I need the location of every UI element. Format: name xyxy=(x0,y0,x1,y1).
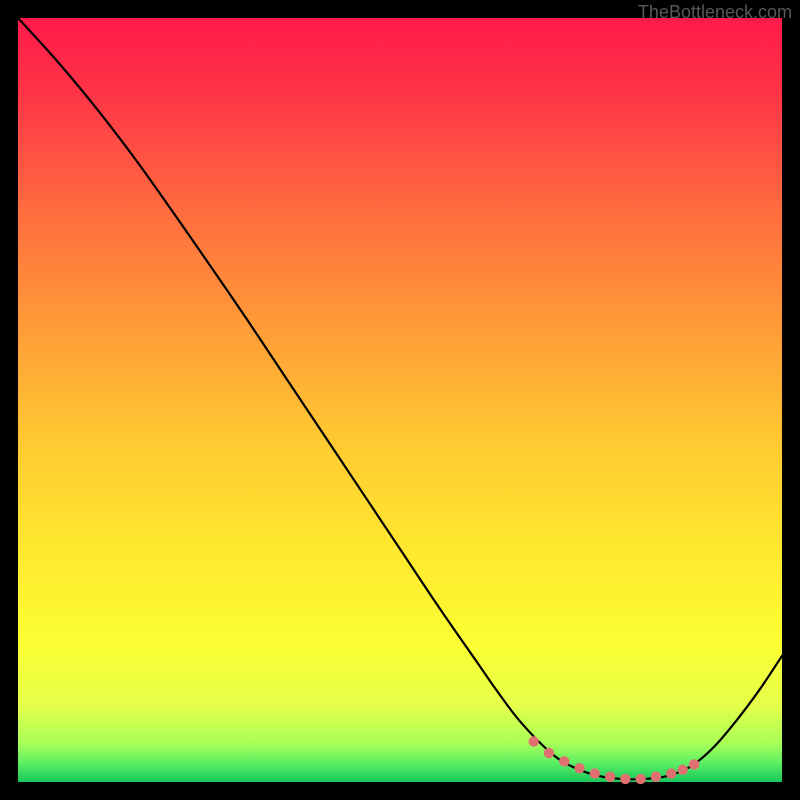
optimal-marker xyxy=(574,763,584,773)
optimal-region-markers xyxy=(529,736,700,784)
bottleneck-curve xyxy=(18,18,782,779)
optimal-marker xyxy=(651,771,661,781)
optimal-marker xyxy=(605,771,615,781)
chart-container: TheBottleneck.com xyxy=(0,0,800,800)
optimal-marker xyxy=(635,774,645,784)
curve-layer xyxy=(18,18,782,782)
optimal-marker xyxy=(529,736,539,746)
watermark-text: TheBottleneck.com xyxy=(638,2,792,23)
optimal-marker xyxy=(544,748,554,758)
optimal-marker xyxy=(677,765,687,775)
optimal-marker xyxy=(590,768,600,778)
optimal-marker xyxy=(689,759,699,769)
optimal-marker xyxy=(666,768,676,778)
optimal-marker xyxy=(620,774,630,784)
plot-area xyxy=(18,18,782,782)
optimal-marker xyxy=(559,756,569,766)
